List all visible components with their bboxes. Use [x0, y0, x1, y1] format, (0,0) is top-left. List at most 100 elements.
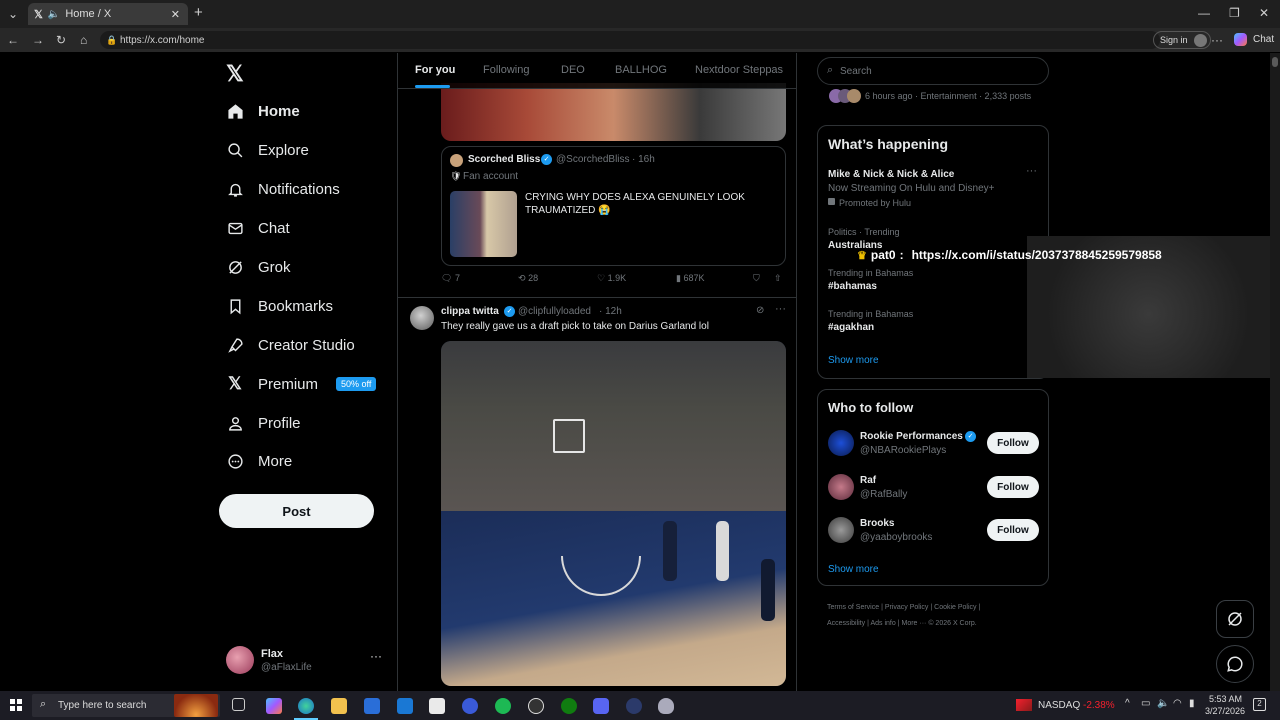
nav-more[interactable]: More: [226, 449, 292, 473]
follow-button[interactable]: Follow: [987, 476, 1039, 498]
messages-float-button[interactable]: [1216, 645, 1254, 683]
notification-icon[interactable]: 2: [1253, 698, 1266, 711]
close-tab-icon[interactable]: ✕: [171, 8, 180, 21]
account-switcher[interactable]: Flax @aFlaxLife ···: [226, 646, 386, 676]
app-arrow-icon[interactable]: [626, 698, 642, 714]
nav-bookmarks[interactable]: Bookmarks: [226, 294, 333, 318]
edge-icon[interactable]: [298, 698, 314, 714]
previous-media[interactable]: [441, 83, 786, 141]
scrollbar-thumb[interactable]: [1272, 57, 1278, 67]
clock-time[interactable]: 5:53 AM: [1209, 694, 1242, 704]
tab-deo[interactable]: DEO: [561, 64, 585, 76]
new-tab-icon[interactable]: +: [194, 5, 203, 20]
trend-item-agakhan[interactable]: Trending in Bahamas #agakhan: [828, 309, 1040, 339]
grok-float-button[interactable]: [1216, 600, 1254, 638]
close-window-icon[interactable]: ✕: [1259, 7, 1269, 19]
footer-more[interactable]: More ···: [901, 620, 926, 627]
tab-nextdoor-steppas[interactable]: Nextdoor Steppas: [695, 64, 783, 76]
home-browser-icon[interactable]: ⌂: [80, 34, 87, 46]
xbox-icon[interactable]: [561, 698, 577, 714]
spotify-icon[interactable]: [495, 698, 511, 714]
obs-icon[interactable]: [528, 698, 544, 714]
nav-premium[interactable]: 𝕏 Premium 50% off: [226, 372, 377, 396]
search-box[interactable]: ⌕ Search: [817, 57, 1049, 85]
copilot-icon[interactable]: [1234, 33, 1247, 46]
tray-chevron-icon[interactable]: ^: [1125, 698, 1130, 709]
ticker-name[interactable]: NASDAQ: [1038, 700, 1080, 711]
like-button[interactable]: ♡ 1.9K: [597, 273, 626, 284]
copilot-taskbar-icon[interactable]: [266, 698, 282, 714]
menu-dots-icon[interactable]: ···: [1211, 34, 1223, 46]
nav-chat[interactable]: Chat: [226, 216, 290, 240]
tweet2-more-icon[interactable]: ···: [775, 303, 786, 315]
tab-ballhog[interactable]: BALLHOG: [615, 64, 667, 76]
address-bar-row: ← → ↻ ⌂ 🔒 https://x.com/home Sign in ···…: [0, 28, 1280, 52]
speaker-icon[interactable]: 🔈: [48, 9, 60, 20]
footer-accessibility[interactable]: Accessibility: [827, 620, 865, 627]
repost-button[interactable]: ⟲ 28: [518, 273, 538, 284]
tray-network-icon[interactable]: ▭: [1141, 698, 1150, 709]
back-icon[interactable]: ←: [7, 34, 19, 46]
restore-icon[interactable]: ❐: [1229, 7, 1240, 19]
show-more-trends[interactable]: Show more: [828, 355, 879, 366]
notepad-icon[interactable]: [429, 698, 445, 714]
follow-button[interactable]: Follow: [987, 519, 1039, 541]
views-button[interactable]: ▮ 687K: [676, 273, 705, 284]
page-scrollbar[interactable]: [1270, 53, 1280, 691]
forward-icon[interactable]: →: [32, 34, 44, 46]
clock-date[interactable]: 3/27/2026: [1205, 706, 1245, 716]
tab-for-you[interactable]: For you: [415, 64, 455, 76]
follow-button[interactable]: Follow: [987, 432, 1039, 454]
nav-creator-studio[interactable]: Creator Studio: [226, 333, 355, 357]
outlook-icon[interactable]: [397, 698, 413, 714]
tweet2-handle[interactable]: @clipfullyloaded: [518, 306, 591, 317]
tweet2-name[interactable]: clippa twitta: [441, 306, 499, 317]
footer-copyright: © 2026 X Corp.: [928, 620, 977, 627]
url-field[interactable]: 🔒 https://x.com/home: [100, 31, 1160, 49]
app-shield-icon[interactable]: [658, 698, 674, 714]
grok-explain-icon[interactable]: ⊘: [756, 305, 764, 316]
post-button[interactable]: Post: [219, 494, 374, 528]
tray-mic-icon[interactable]: ▮: [1189, 698, 1195, 709]
quoted-thumbnail[interactable]: [450, 191, 517, 257]
x-logo-icon[interactable]: 𝕏: [226, 61, 244, 87]
taskbar-search[interactable]: ⌕ Type here to search: [32, 694, 220, 717]
minimize-icon[interactable]: —: [1198, 7, 1210, 19]
store-icon[interactable]: [364, 698, 380, 714]
tab-list-icon[interactable]: ⌄: [8, 8, 18, 20]
account-more-icon[interactable]: ···: [370, 649, 382, 663]
nav-home[interactable]: Home: [226, 99, 300, 123]
file-explorer-icon[interactable]: [331, 698, 347, 714]
task-view-icon[interactable]: [232, 698, 245, 711]
footer-terms[interactable]: Terms of Service: [827, 604, 879, 611]
tab-following[interactable]: Following: [483, 64, 529, 76]
copilot-chat-label[interactable]: Chat: [1253, 34, 1274, 45]
tray-volume-icon[interactable]: 🔈: [1157, 698, 1169, 709]
footer-privacy[interactable]: Privacy Policy: [885, 604, 929, 611]
court-floor: [441, 511, 786, 686]
tray-wifi-icon[interactable]: ◠: [1173, 698, 1182, 709]
tweet2-video[interactable]: [441, 341, 786, 686]
discord-icon[interactable]: [593, 698, 609, 714]
trend-item-bahamas[interactable]: Trending in Bahamas #bahamas: [828, 268, 1040, 298]
footer-cookie[interactable]: Cookie Policy: [934, 604, 976, 611]
windows-start-icon[interactable]: [10, 699, 22, 711]
footer-ads[interactable]: Ads info: [870, 620, 895, 627]
signin-button[interactable]: Sign in: [1153, 31, 1211, 49]
bookmark-action-icon[interactable]: ⛉: [753, 273, 760, 284]
quoted-tweet-card[interactable]: Scorched Bliss ✓ @ScorchedBliss · 16h 🛡 …: [441, 146, 786, 266]
nav-explore[interactable]: Explore: [226, 138, 309, 162]
show-more-follow[interactable]: Show more: [828, 564, 879, 575]
trend-more-icon[interactable]: ···: [1026, 165, 1037, 177]
tweet2-avatar[interactable]: [410, 306, 434, 330]
nav-grok[interactable]: Grok: [226, 255, 291, 279]
reply-button[interactable]: 🗨 7: [441, 273, 460, 284]
browser-tab-home[interactable]: 𝕏 🔈 Home / X ✕: [28, 3, 188, 25]
share-icon[interactable]: ⇧: [774, 273, 782, 284]
follow-name: Rookie Performances: [860, 431, 963, 442]
refresh-icon[interactable]: ↻: [56, 34, 66, 46]
app-blue-icon[interactable]: [462, 698, 478, 714]
nav-profile[interactable]: Profile: [226, 411, 301, 435]
nav-notifications[interactable]: Notifications: [226, 177, 340, 201]
trend-item-promoted[interactable]: Mike & Nick & Nick & Alice Now Streaming…: [828, 165, 1040, 215]
